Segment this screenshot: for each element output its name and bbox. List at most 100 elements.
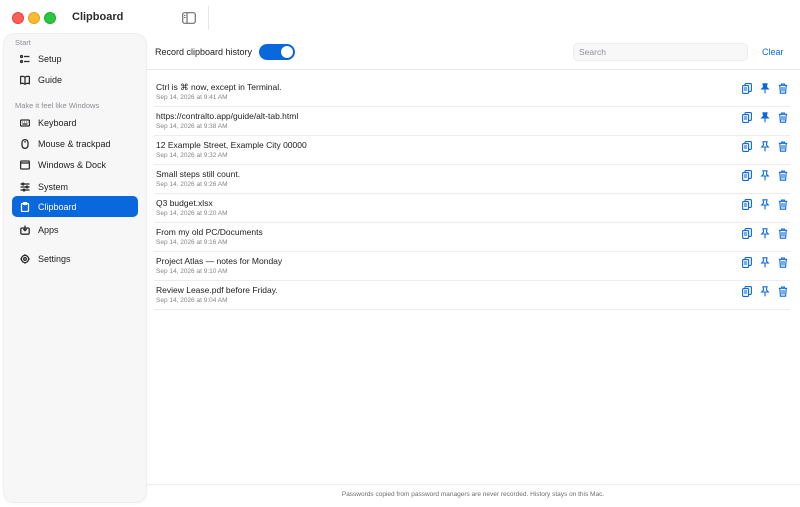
- clipboard-item[interactable]: Project Atlas — notes for Monday Sep 14,…: [154, 252, 790, 281]
- title-divider: [208, 6, 209, 30]
- sidebar-item-keyboard[interactable]: Keyboard: [12, 112, 138, 133]
- sidebar-item-label: Windows & Dock: [38, 159, 107, 170]
- clip-timestamp: Sep 14, 2026 at 9:20 AM: [156, 210, 228, 217]
- clip-text: 12 Example Street, Example City 00000: [156, 140, 307, 150]
- clip-timestamp: Sep 14, 2026 at 9:38 AM: [156, 123, 228, 130]
- clip-text: Ctrl is ⌘ now, except in Terminal.: [156, 82, 282, 92]
- pin-icon[interactable]: [759, 82, 771, 94]
- clipboard-item[interactable]: Review Lease.pdf before Friday. Sep 14, …: [154, 281, 790, 310]
- clip-text: Q3 budget.xlsx: [156, 198, 213, 208]
- clip-timestamp: Sep 14, 2026 at 9:04 AM: [156, 297, 228, 304]
- record-history-label: Record clipboard history: [155, 47, 253, 57]
- clip-timestamp: Sep 14, 2026 at 9:26 AM: [156, 181, 228, 188]
- clip-actions: [741, 140, 789, 152]
- keyboard-icon: [20, 118, 30, 128]
- sidebar-item-label: Setup: [38, 53, 62, 64]
- sidebar-item-settings[interactable]: Settings: [12, 248, 138, 269]
- clip-text: Project Atlas — notes for Monday: [156, 256, 283, 266]
- copy-icon[interactable]: [741, 82, 753, 94]
- footer-note: Passwords copied from password managers …: [341, 491, 605, 498]
- clip-actions: [741, 111, 789, 123]
- sidebar-item-apps[interactable]: Apps: [12, 219, 138, 240]
- trash-icon[interactable]: [777, 169, 789, 181]
- pin-icon[interactable]: [759, 198, 771, 210]
- trash-icon[interactable]: [777, 285, 789, 297]
- sidebar-item-label: Settings: [38, 253, 71, 264]
- copy-icon[interactable]: [741, 111, 753, 123]
- windows-icon: [20, 159, 30, 170]
- footer-divider: [146, 484, 800, 485]
- trash-icon[interactable]: [777, 198, 789, 210]
- copy-icon[interactable]: [741, 169, 753, 181]
- sidebar-item-label: Mouse & trackpad: [38, 138, 111, 149]
- pin-icon[interactable]: [759, 285, 771, 297]
- trash-icon[interactable]: [777, 256, 789, 268]
- sliders-icon: [20, 181, 30, 192]
- clip-text: Review Lease.pdf before Friday.: [156, 285, 278, 295]
- pin-icon[interactable]: [759, 256, 771, 268]
- clip-actions: [741, 169, 789, 181]
- toggle-knob: [281, 46, 293, 58]
- sidebar-item-mouse-trackpad[interactable]: Mouse & trackpad: [12, 133, 138, 154]
- copy-icon[interactable]: [741, 285, 753, 297]
- trash-icon[interactable]: [777, 111, 789, 123]
- clipboard-item[interactable]: 12 Example Street, Example City 00000 Se…: [154, 136, 790, 165]
- clip-timestamp: Sep 14, 2026 at 9:32 AM: [156, 152, 228, 159]
- clipboard-toolbar: Record clipboard history Clear: [146, 36, 800, 70]
- close-window-button[interactable]: [12, 12, 24, 24]
- clip-text: Small steps still count.: [156, 169, 241, 179]
- trash-icon[interactable]: [777, 82, 789, 94]
- app-window: Clipboard Start Setup Guide Make it feel…: [0, 0, 800, 507]
- clear-button[interactable]: Clear: [762, 47, 784, 57]
- sidebar-item-label: Clipboard: [38, 201, 77, 212]
- sidebar-item-label: Guide: [38, 74, 63, 85]
- sidebar-item-label: Keyboard: [38, 117, 77, 128]
- record-history-toggle[interactable]: [259, 44, 295, 60]
- clipboard-item[interactable]: Small steps still count. Sep 14, 2026 at…: [154, 165, 790, 194]
- sidebar-toggle-icon[interactable]: [182, 11, 196, 24]
- apps-icon: [20, 225, 30, 235]
- pin-icon[interactable]: [759, 169, 771, 181]
- pin-icon[interactable]: [759, 140, 771, 152]
- clipboard-item[interactable]: From my old PC/Documents Sep 14, 2026 at…: [154, 223, 790, 252]
- minimize-window-button[interactable]: [28, 12, 40, 24]
- copy-icon[interactable]: [741, 227, 753, 239]
- title-bar: Clipboard: [0, 0, 800, 36]
- trash-icon[interactable]: [777, 140, 789, 152]
- trash-icon[interactable]: [777, 227, 789, 239]
- sidebar-section-windows: Make it feel like Windows: [15, 101, 100, 110]
- copy-icon[interactable]: [741, 140, 753, 152]
- clip-actions: [741, 256, 789, 268]
- sidebar-section-start: Start: [15, 38, 31, 47]
- sidebar-item-system[interactable]: System: [12, 176, 138, 197]
- clip-actions: [741, 227, 789, 239]
- mouse-icon: [20, 138, 30, 149]
- clipboard-item[interactable]: https://contralto.app/guide/alt-tab.html…: [154, 107, 790, 136]
- clip-text: https://contralto.app/guide/alt-tab.html: [156, 111, 299, 121]
- copy-icon[interactable]: [741, 198, 753, 210]
- gear-icon: [20, 253, 30, 264]
- book-icon: [20, 75, 30, 85]
- search-input[interactable]: [573, 43, 748, 61]
- sidebar-item-clipboard[interactable]: Clipboard: [12, 196, 138, 217]
- clipboard-icon: [20, 201, 30, 212]
- pin-icon[interactable]: [759, 227, 771, 239]
- clip-actions: [741, 198, 789, 210]
- window-title: Clipboard: [72, 11, 124, 23]
- clipboard-item[interactable]: Q3 budget.xlsx Sep 14, 2026 at 9:20 AM: [154, 194, 790, 223]
- sidebar-item-setup[interactable]: Setup: [12, 48, 138, 69]
- clipboard-item[interactable]: Ctrl is ⌘ now, except in Terminal. Sep 1…: [154, 78, 790, 107]
- sidebar-item-windows-dock[interactable]: Windows & Dock: [12, 154, 138, 175]
- clip-actions: [741, 285, 789, 297]
- sidebar-item-guide[interactable]: Guide: [12, 69, 138, 90]
- zoom-window-button[interactable]: [44, 12, 56, 24]
- clip-timestamp: Sep 14, 2026 at 9:10 AM: [156, 268, 228, 275]
- clip-timestamp: Sep 14, 2026 at 9:16 AM: [156, 239, 228, 246]
- clipboard-history-list: Ctrl is ⌘ now, except in Terminal. Sep 1…: [154, 78, 790, 310]
- copy-icon[interactable]: [741, 256, 753, 268]
- clip-text: From my old PC/Documents: [156, 227, 263, 237]
- sidebar-item-label: System: [38, 181, 69, 192]
- clip-actions: [741, 82, 789, 94]
- pin-icon[interactable]: [759, 111, 771, 123]
- clip-timestamp: Sep 14, 2026 at 9:41 AM: [156, 94, 228, 101]
